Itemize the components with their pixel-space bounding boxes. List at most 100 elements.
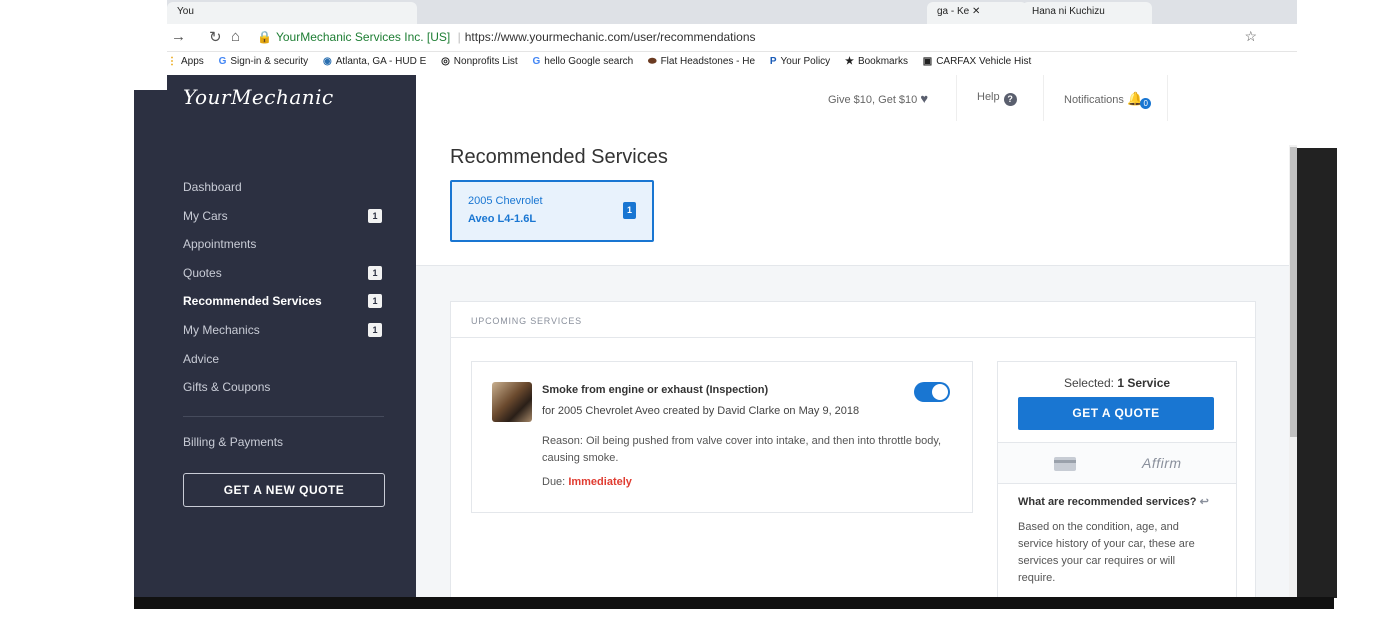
bookmark-star-icon[interactable]: ☆	[1244, 28, 1257, 45]
sidebar-item-quotes[interactable]: Quotes 1	[183, 263, 384, 292]
bookmark-label: Atlanta, GA - HUD E	[335, 56, 427, 67]
notifications-label: Notifications	[1064, 94, 1124, 106]
count-badge: 1	[368, 294, 382, 309]
reload-icon[interactable]: ↻	[209, 28, 222, 46]
service-title: Smoke from engine or exhaust (Inspection…	[542, 384, 769, 396]
sidebar: YourMechanic Dashboard My Cars 1 Appointm…	[167, 75, 416, 597]
selected-value: 1 Service	[1117, 376, 1171, 390]
google-icon: G	[532, 56, 541, 67]
url-path: https://www.yourmechanic.com/user/recomm…	[464, 30, 756, 44]
nav-divider	[1167, 75, 1168, 121]
info-body: Based on the condition, age, and service…	[1018, 521, 1195, 584]
avatar	[492, 382, 532, 422]
sidebar-item-advice[interactable]: Advice	[183, 349, 384, 378]
main-content: UPCOMING SERVICES Smoke from engine or e…	[416, 265, 1296, 597]
bookmark-label: Flat Headstones - He	[660, 56, 756, 67]
scrollbar[interactable]	[1289, 145, 1297, 597]
tab-label: ga - Ke	[937, 6, 970, 17]
apps-icon: ⋮	[167, 56, 177, 67]
progressive-icon: P	[769, 56, 777, 67]
bookmark-item[interactable]: ★ Bookmarks	[845, 52, 908, 72]
bookmark-item[interactable]: ◎ Nonprofits List	[441, 52, 518, 72]
home-icon[interactable]: ⌂	[231, 28, 240, 45]
get-quote-button[interactable]: GET A QUOTE	[1018, 397, 1214, 430]
scrollbar-thumb[interactable]	[1290, 147, 1297, 437]
bookmark-label: Your Policy	[780, 56, 831, 67]
bookmark-item[interactable]: ⋮ Apps	[167, 52, 204, 72]
sidebar-item-label: Recommended Services	[183, 294, 322, 309]
headstone-icon: ⬬	[648, 56, 657, 67]
browser-tab[interactable]: ga - Ke ✕	[927, 2, 1027, 24]
toggle-knob	[932, 384, 948, 400]
star-icon: ★	[844, 56, 854, 67]
sidebar-item-dashboard[interactable]: Dashboard	[183, 177, 384, 206]
notifications-link[interactable]: Notifications 🔔0	[1064, 91, 1152, 109]
sidebar-nav: Dashboard My Cars 1 Appointments Quotes 1 …	[183, 177, 384, 406]
url-field[interactable]: 🔒 YourMechanic Services Inc. [US] | https:…	[257, 30, 756, 44]
info-title-text: What are recommended services?	[1018, 496, 1197, 508]
sidebar-item-recommended-services[interactable]: Recommended Services 1	[183, 291, 384, 320]
sidebar-item-label: Dashboard	[183, 180, 242, 194]
sidebar-item-billing[interactable]: Billing & Payments	[183, 435, 283, 449]
service-due: Due: Immediately	[542, 476, 632, 488]
screenshot-edge-bottom	[134, 597, 1334, 609]
carfax-icon: ▣	[922, 56, 933, 67]
quote-summary: Selected: 1 Service GET A QUOTE Affirm W…	[997, 361, 1237, 597]
forward-icon[interactable]: →	[171, 28, 186, 45]
sidebar-item-my-mechanics[interactable]: My Mechanics 1	[183, 320, 384, 349]
help-link[interactable]: Help?	[977, 91, 1017, 106]
sidebar-item-gifts-coupons[interactable]: Gifts & Coupons	[183, 377, 384, 406]
google-icon: G	[218, 56, 227, 67]
sidebar-item-my-cars[interactable]: My Cars 1	[183, 206, 384, 235]
url-org: YourMechanic Services Inc. [US]	[275, 30, 451, 44]
sidebar-item-label: My Cars	[183, 208, 228, 223]
get-new-quote-button[interactable]: GET A NEW QUOTE	[183, 473, 385, 507]
bookmark-label: CARFAX Vehicle Hist	[936, 56, 1032, 67]
top-nav: Give $10, Get $10 ♥ Help? Notifications …	[416, 75, 1228, 122]
service-card: Smoke from engine or exhaust (Inspection…	[471, 361, 973, 513]
bookmarks-bar: ⋮ Apps G Sign-in & security ◉ Atlanta, GA -…	[167, 52, 1297, 74]
help-icon: ?	[1003, 93, 1017, 106]
service-select-toggle[interactable]	[914, 382, 950, 402]
bookmark-item[interactable]: ⬬ Flat Headstones - He	[648, 52, 755, 72]
bookmark-item[interactable]: ◉ Atlanta, GA - HUD E	[323, 52, 426, 72]
info-title: What are recommended services? ↩	[1018, 495, 1209, 508]
browser-tab[interactable]: Hana ni Kuchizu	[1022, 2, 1152, 24]
browser-window: You ga - Ke ✕ Hana ni Kuchizu → ↻ ⌂ 🔒 You…	[167, 0, 1297, 597]
close-icon[interactable]: ✕	[972, 6, 980, 17]
car-selector-card[interactable]: 2005 Chevrolet Aveo L4-1.6L 1	[450, 180, 654, 242]
affirm-logo: Affirm	[1142, 455, 1182, 471]
bookmark-label: Nonprofits List	[453, 56, 518, 67]
nav-divider	[1043, 75, 1044, 121]
bookmark-label: hello Google search	[544, 56, 634, 67]
bookmark-item[interactable]: ▣ CARFAX Vehicle Hist	[923, 52, 1032, 72]
tab-label: You	[177, 6, 194, 17]
help-label: Help	[977, 91, 1000, 103]
back-arrow-icon[interactable]: ↩	[1200, 496, 1209, 508]
payment-options: Affirm	[998, 442, 1236, 484]
bookmark-label: Bookmarks	[857, 56, 908, 67]
bookmark-item[interactable]: G Sign-in & security	[219, 52, 309, 72]
sidebar-item-label: Gifts & Coupons	[183, 380, 271, 395]
give-get-link[interactable]: Give $10, Get $10 ♥	[828, 91, 928, 106]
car-model: Aveo L4-1.6L	[468, 213, 537, 225]
service-reason: Reason: Oil being pushed from valve cove…	[542, 435, 942, 464]
credit-card-icon	[1054, 457, 1076, 471]
give-get-label: Give $10, Get $10	[828, 94, 918, 106]
sidebar-item-appointments[interactable]: Appointments	[183, 234, 384, 263]
logo[interactable]: YourMechanic	[183, 85, 334, 109]
count-badge: 1	[368, 322, 382, 337]
sidebar-item-label: Advice	[183, 351, 220, 366]
address-bar: → ↻ ⌂ 🔒 YourMechanic Services Inc. [US] |…	[167, 24, 1297, 52]
bookmark-item[interactable]: Ghello Google search	[533, 52, 634, 72]
due-label: Due:	[542, 476, 566, 488]
count-badge: 1	[368, 265, 382, 280]
heart-icon: ♥	[920, 91, 929, 106]
screenshot-edge-right	[1297, 148, 1337, 598]
url-separator: |	[457, 30, 461, 44]
nav-divider	[956, 75, 957, 121]
page-title: Recommended Services	[450, 146, 668, 168]
upcoming-services-panel: UPCOMING SERVICES Smoke from engine or e…	[450, 301, 1256, 597]
browser-tab[interactable]: You	[167, 2, 417, 24]
bookmark-item[interactable]: P Your Policy	[770, 52, 830, 72]
